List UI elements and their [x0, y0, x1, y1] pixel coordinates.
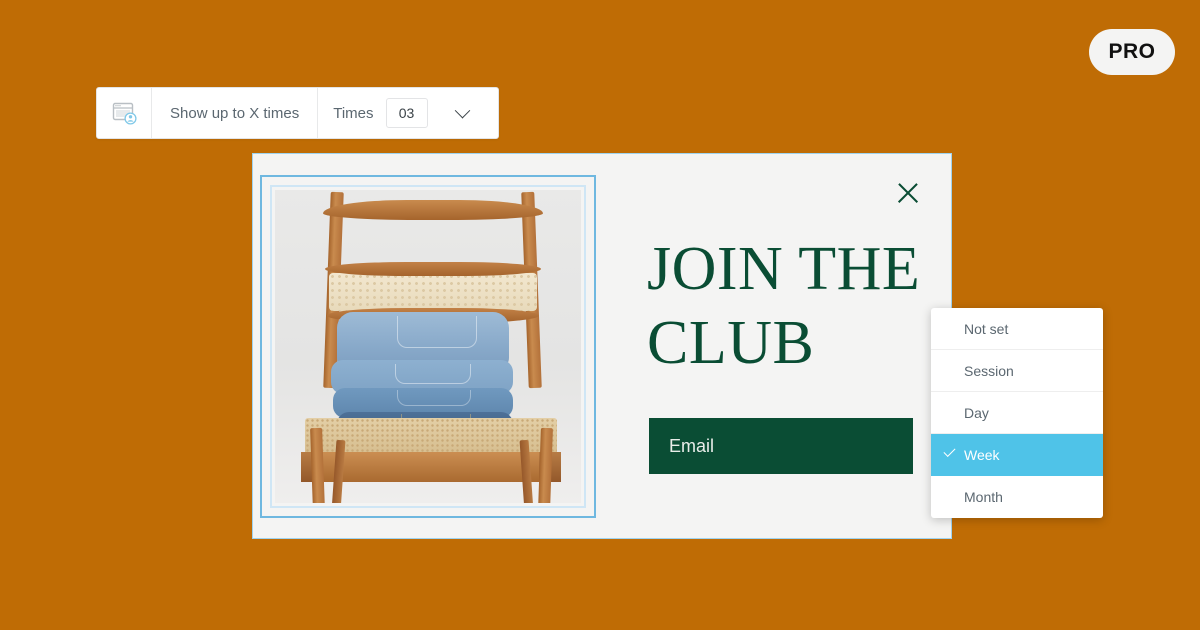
chair-mid-rail: [325, 261, 541, 276]
popup-content-pane: JOIN THE CLUB Email: [603, 154, 951, 538]
email-field-placeholder: Email: [669, 435, 715, 456]
denim-pocket-3: [397, 389, 471, 406]
denim-pocket-2: [395, 363, 471, 384]
chevron-down-icon: [454, 102, 471, 118]
check-icon: [943, 444, 956, 458]
dropdown-item-session[interactable]: Session: [931, 350, 1103, 392]
denim-pocket-1: [397, 315, 477, 348]
chair-illustration: [275, 190, 581, 503]
close-icon[interactable]: [895, 180, 921, 206]
frequency-dropdown-toggle[interactable]: [428, 88, 498, 138]
rule-label: Show up to X times: [152, 88, 319, 138]
frequency-dropdown-menu: Not set Session Day Week Month: [931, 308, 1103, 518]
popup-preview: JOIN THE CLUB Email: [252, 153, 952, 539]
chair-top-rail: [323, 199, 543, 220]
popup-image-pane: [253, 154, 603, 538]
times-input[interactable]: 03: [385, 98, 428, 128]
dropdown-item-label: Week: [964, 446, 1000, 463]
image-selection-inner-frame: [270, 184, 586, 508]
pro-badge: PRO: [1089, 29, 1175, 75]
times-field-group: Times 03: [318, 88, 428, 138]
frequency-settings-toolbar: Show up to X times Times 03: [96, 87, 499, 139]
times-label: Times: [333, 104, 374, 122]
popup-window-user-icon: [97, 88, 152, 138]
image-selection-frame[interactable]: [260, 174, 596, 518]
dropdown-item-label: Day: [964, 404, 989, 421]
email-field[interactable]: Email: [649, 418, 913, 474]
dropdown-item-day[interactable]: Day: [931, 392, 1103, 434]
popup-headline: JOIN THE CLUB: [647, 235, 921, 378]
dropdown-item-label: Session: [964, 362, 1014, 379]
dropdown-item-label: Month: [964, 489, 1003, 505]
dropdown-item-label: Not set: [964, 320, 1009, 337]
pro-badge-label: PRO: [1108, 40, 1156, 63]
chair-cane-back-panel: [329, 272, 537, 311]
dropdown-item-week[interactable]: Week: [931, 434, 1103, 476]
dropdown-item-month[interactable]: Month: [931, 476, 1103, 518]
popup-image-jeans-on-chair[interactable]: [275, 189, 581, 503]
dropdown-item-not-set[interactable]: Not set: [931, 308, 1103, 350]
